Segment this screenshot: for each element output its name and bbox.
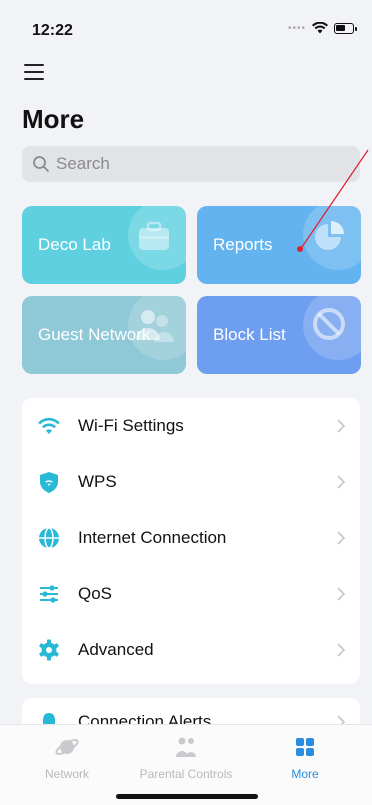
- settings-row-advanced[interactable]: Advanced: [22, 622, 360, 678]
- home-indicator: [116, 794, 258, 799]
- block-icon: [313, 308, 345, 340]
- cellular-signal-icon: ••••: [287, 22, 306, 34]
- settings-row-qos[interactable]: QoS: [22, 566, 360, 622]
- family-icon: [176, 737, 196, 757]
- status-icons: ••••: [287, 22, 357, 34]
- chevron-right-icon: [337, 643, 346, 657]
- menu-icon[interactable]: [24, 64, 44, 80]
- tile-label: Deco Lab: [38, 235, 111, 254]
- chevron-right-icon: [337, 475, 346, 489]
- wps-shield-icon: [40, 472, 58, 493]
- more-screen: 12:22 •••• More Search Deco Lab Reports …: [0, 0, 372, 805]
- chevron-right-icon: [337, 419, 346, 433]
- tile-label: Guest Network: [38, 325, 151, 344]
- chevron-right-icon: [337, 531, 346, 545]
- tile-block-list[interactable]: Block List: [197, 296, 361, 374]
- tile-label: Reports: [213, 235, 273, 254]
- settings-list: Wi-Fi Settings WPS Internet Connection Q…: [22, 398, 360, 684]
- tab-more[interactable]: More: [243, 733, 367, 781]
- tab-label: Parental Controls: [139, 767, 233, 781]
- tab-network[interactable]: Network: [5, 733, 129, 781]
- planet-icon: [55, 739, 79, 755]
- sliders-icon: [40, 585, 58, 603]
- tab-label: Network: [44, 767, 89, 781]
- status-time: 12:22: [32, 22, 73, 39]
- tile-label: Block List: [213, 325, 286, 344]
- toolbox-icon: [139, 221, 169, 250]
- tab-bar: Network Parental Controls More: [0, 724, 372, 805]
- grid-icon: [296, 738, 314, 756]
- settings-row-internet[interactable]: Internet Connection: [22, 510, 360, 566]
- wifi-icon: [38, 417, 60, 434]
- page-title: More: [22, 104, 85, 134]
- settings-row-label: WPS: [78, 472, 117, 491]
- tile-deco-lab[interactable]: Deco Lab: [22, 206, 186, 284]
- battery-icon: [334, 22, 357, 34]
- settings-row-wps[interactable]: WPS: [22, 454, 360, 510]
- gear-icon: [39, 639, 59, 661]
- tile-guest-network[interactable]: Guest Network: [22, 296, 186, 374]
- settings-row-label: Wi-Fi Settings: [78, 416, 184, 435]
- settings-row-label: QoS: [78, 584, 113, 603]
- tab-parental-controls[interactable]: Parental Controls: [124, 733, 248, 781]
- globe-icon: [39, 527, 59, 549]
- search-input[interactable]: Search: [22, 146, 360, 182]
- search-icon: [33, 156, 49, 172]
- wifi-status-icon: [312, 22, 328, 34]
- settings-row-wifi[interactable]: Wi-Fi Settings: [22, 398, 360, 454]
- settings-row-label: Advanced: [78, 640, 154, 659]
- settings-row-label: Internet Connection: [78, 528, 227, 547]
- pie-chart-icon: [315, 221, 344, 250]
- tab-label: More: [291, 767, 319, 781]
- search-placeholder: Search: [56, 154, 110, 173]
- status-bar: 12:22 ••••: [0, 0, 372, 52]
- tile-reports[interactable]: Reports: [197, 206, 361, 284]
- chevron-right-icon: [337, 587, 346, 601]
